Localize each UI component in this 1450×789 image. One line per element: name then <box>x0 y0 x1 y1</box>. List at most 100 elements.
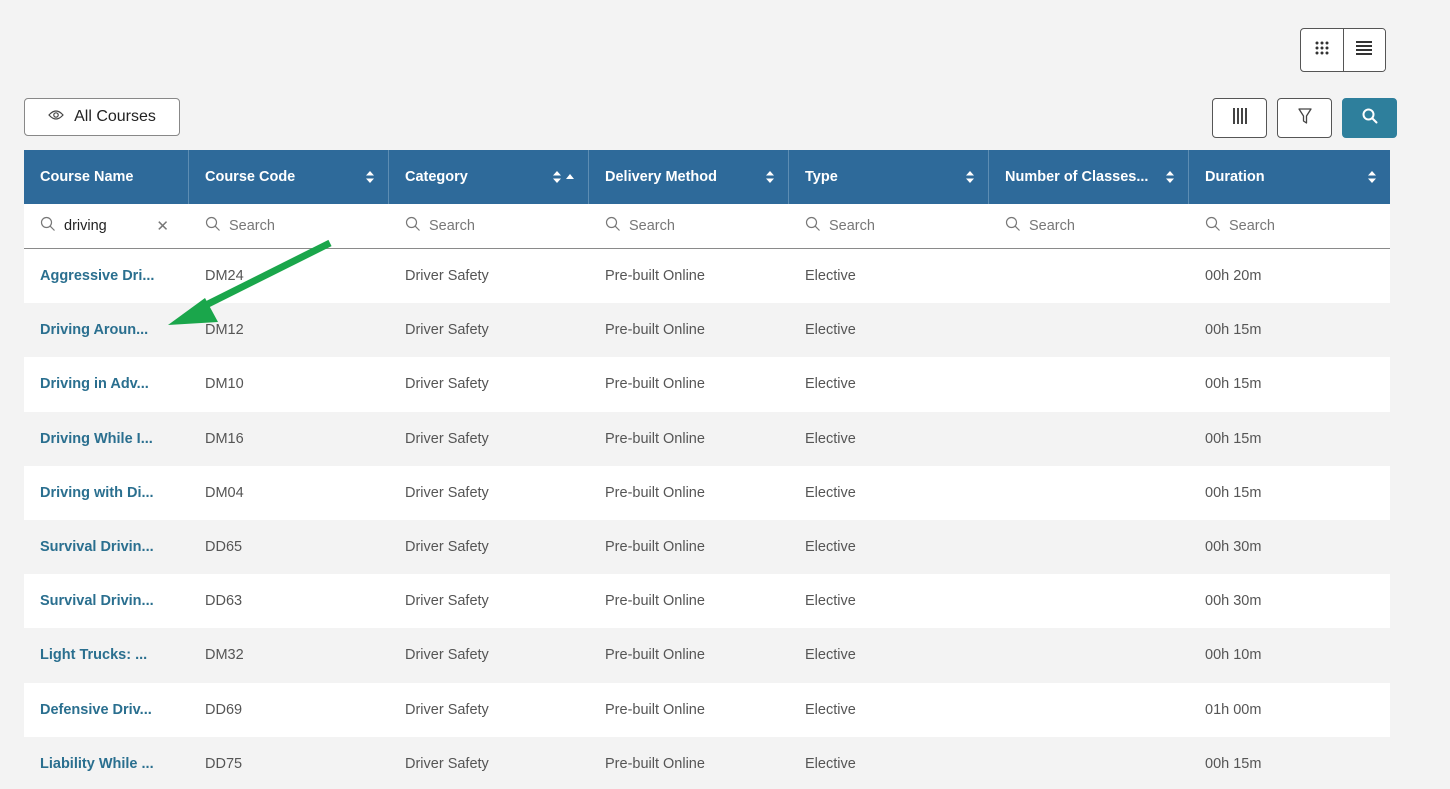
category-cell: Driver Safety <box>405 755 489 772</box>
column-header-label: Duration <box>1205 169 1265 185</box>
course-name-link[interactable]: Driving While I... <box>24 431 189 447</box>
sort-icon[interactable] <box>966 171 974 183</box>
category-cell: Driver Safety <box>405 593 489 610</box>
course-name-filter-input[interactable]: driving ✕ <box>24 204 189 248</box>
clear-filter-icon[interactable]: ✕ <box>156 217 169 235</box>
column-header-course-code[interactable]: Course Code <box>189 150 389 204</box>
column-header-delivery-method[interactable]: Delivery Method <box>589 150 789 204</box>
table-row[interactable]: Light Trucks: ... DM32 Driver Safety Pre-bu… <box>24 628 1390 683</box>
sort-icon[interactable] <box>766 171 774 183</box>
type-cell: Elective <box>805 647 856 664</box>
category-cell: Driver Safety <box>405 647 489 664</box>
sort-icon[interactable] <box>1368 171 1376 183</box>
delivery-method-cell: Pre-built Online <box>605 376 705 393</box>
duration-cell: 00h 20m <box>1205 268 1262 285</box>
course-code-cell: DM04 <box>205 484 244 501</box>
table-row[interactable]: Aggressive Dri... DM24 Driver Safety Pre-bu… <box>24 249 1390 304</box>
type-cell: Elective <box>805 593 856 610</box>
table-row[interactable]: Survival Drivin... DD65 Driver Safety Pre-b… <box>24 519 1390 575</box>
type-cell: Elective <box>805 539 856 556</box>
grid-view-button[interactable] <box>1301 29 1343 71</box>
duration-cell: 00h 15m <box>1205 430 1262 447</box>
columns-icon <box>1232 107 1247 129</box>
course-name-link[interactable]: Survival Drivin... <box>24 593 189 609</box>
duration-cell: 00h 15m <box>1205 755 1262 772</box>
column-header-duration[interactable]: Duration <box>1189 150 1390 204</box>
duration-cell: 00h 15m <box>1205 322 1262 339</box>
search-icon <box>1005 216 1021 236</box>
delivery-method-cell: Pre-built Online <box>605 322 705 339</box>
course-name-link[interactable]: Survival Drivin... <box>24 539 189 555</box>
columns-button[interactable] <box>1212 98 1267 138</box>
course-name-link[interactable]: Aggressive Dri... <box>24 268 189 284</box>
search-button[interactable] <box>1342 98 1397 138</box>
course-name-link[interactable]: Light Trucks: ... <box>24 647 189 663</box>
number-of-classes-filter-input[interactable]: Search <box>989 204 1189 248</box>
column-header-course-name[interactable]: Course Name <box>24 150 189 204</box>
delivery-method-cell: Pre-built Online <box>605 539 705 556</box>
course-name-link[interactable]: Driving with Di... <box>24 485 189 501</box>
page: All Courses Course Name Course Code Cate… <box>0 0 1450 789</box>
column-header-category[interactable]: Category <box>389 150 589 204</box>
all-courses-button[interactable]: All Courses <box>24 98 180 136</box>
delivery-method-cell: Pre-built Online <box>605 701 705 718</box>
list-view-button[interactable] <box>1342 29 1385 71</box>
course-code-cell: DD69 <box>205 701 243 718</box>
table-row[interactable]: Liability While ... DD75 Driver Safety Pre-… <box>24 736 1390 789</box>
course-code-cell: DM16 <box>205 430 244 447</box>
course-name-link[interactable]: Driving Aroun... <box>24 322 189 338</box>
category-cell: Driver Safety <box>405 430 489 447</box>
duration-cell: 00h 15m <box>1205 484 1262 501</box>
course-code-filter-input[interactable]: Search <box>189 204 389 248</box>
type-cell: Elective <box>805 701 856 718</box>
delivery-method-cell: Pre-built Online <box>605 484 705 501</box>
column-header-label: Type <box>805 169 838 185</box>
category-filter-input[interactable]: Search <box>389 204 589 248</box>
sort-icon[interactable] <box>553 171 574 183</box>
duration-filter-input[interactable]: Search <box>1189 204 1390 248</box>
search-icon <box>205 216 221 236</box>
table-row[interactable]: Driving in Adv... DM10 Driver Safety Pre-bu… <box>24 357 1390 412</box>
type-filter-input[interactable]: Search <box>789 204 989 248</box>
course-name-link[interactable]: Liability While ... <box>24 756 189 772</box>
course-name-link[interactable]: Driving in Adv... <box>24 376 189 392</box>
eye-icon <box>48 108 64 126</box>
search-icon <box>405 216 421 236</box>
filter-button[interactable] <box>1277 98 1332 138</box>
column-header-label: Number of Classes... <box>1005 169 1149 185</box>
search-icon <box>40 216 56 236</box>
category-cell: Driver Safety <box>405 484 489 501</box>
grid-view-icon <box>1314 40 1330 61</box>
column-header-type[interactable]: Type <box>789 150 989 204</box>
table-row[interactable]: Survival Drivin... DD63 Driver Safety Pre-b… <box>24 574 1390 629</box>
table-row[interactable]: Driving Aroun... DM12 Driver Safety Pre-bui… <box>24 303 1390 358</box>
table-header-row: Course Name Course Code Category Deliver… <box>24 150 1390 204</box>
type-cell: Elective <box>805 376 856 393</box>
filter-placeholder: Search <box>429 218 475 234</box>
table-row[interactable]: Driving While I... DM16 Driver Safety Pre-b… <box>24 411 1390 466</box>
sort-icon[interactable] <box>366 171 374 183</box>
category-cell: Driver Safety <box>405 701 489 718</box>
delivery-method-cell: Pre-built Online <box>605 268 705 285</box>
column-header-label: Course Code <box>205 169 296 185</box>
search-icon <box>1205 216 1221 236</box>
table-row[interactable]: Defensive Driv... DD69 Driver Safety Pre-bu… <box>24 682 1390 737</box>
column-header-number-of-classes[interactable]: Number of Classes... <box>989 150 1189 204</box>
delivery-method-cell: Pre-built Online <box>605 647 705 664</box>
duration-cell: 00h 30m <box>1205 539 1262 556</box>
course-name-link[interactable]: Defensive Driv... <box>24 702 189 718</box>
filter-placeholder: Search <box>229 218 275 234</box>
column-header-label: Delivery Method <box>605 169 717 185</box>
column-header-label: Category <box>405 169 468 185</box>
list-view-icon <box>1356 40 1373 60</box>
courses-table: Course Name Course Code Category Deliver… <box>24 150 1390 789</box>
delivery-method-filter-input[interactable]: Search <box>589 204 789 248</box>
filter-placeholder: Search <box>1029 218 1075 234</box>
type-cell: Elective <box>805 322 856 339</box>
sort-icon[interactable] <box>1166 171 1174 183</box>
table-filter-row: driving ✕ Search Search Search Search Se… <box>24 204 1390 249</box>
table-row[interactable]: Driving with Di... DM04 Driver Safety Pre-b… <box>24 465 1390 520</box>
duration-cell: 00h 10m <box>1205 647 1262 664</box>
type-cell: Elective <box>805 755 856 772</box>
table-toolbar <box>1212 98 1397 138</box>
